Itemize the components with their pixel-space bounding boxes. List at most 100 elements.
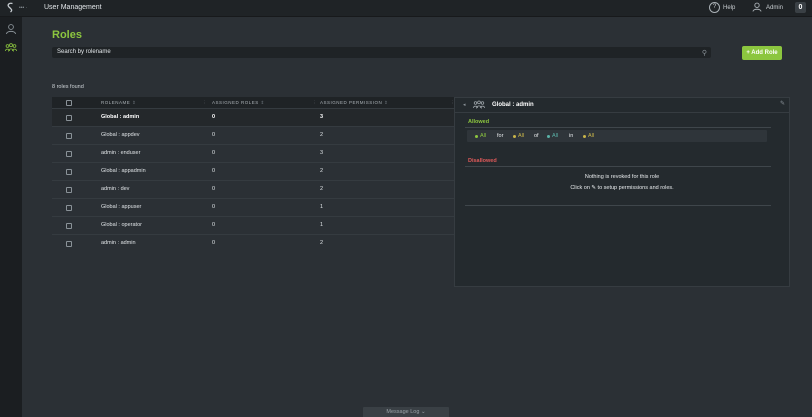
roles-count: 8 roles found	[52, 84, 84, 90]
column-assigned-roles[interactable]: ASSIGNED ROLES ⇕	[212, 100, 265, 106]
assigned-permissions: 2	[320, 186, 324, 192]
divider	[465, 166, 771, 167]
table-row[interactable]: Global : appdev 0 2	[52, 126, 476, 144]
divider	[465, 205, 771, 206]
help-icon: ?	[709, 2, 720, 13]
of-keyword: of	[534, 133, 539, 139]
assigned-roles: 0	[212, 240, 216, 246]
assigned-roles: 0	[212, 168, 216, 174]
row-checkbox[interactable]	[66, 133, 72, 139]
app-switcher[interactable]: ••• ·	[19, 5, 27, 11]
setup-hint: Click on ✎ to setup permissions and role…	[570, 185, 674, 191]
search-icon[interactable]: ⚲	[702, 48, 707, 59]
role-name: Global : appuser	[101, 204, 142, 210]
help-button[interactable]: ? Help	[709, 2, 735, 13]
table-row[interactable]: admin : dev 0 2	[52, 180, 476, 198]
divider	[465, 127, 771, 128]
in-keyword: in	[569, 133, 574, 139]
row-checkbox[interactable]	[66, 187, 72, 193]
role-name: Global : appadmin	[101, 168, 146, 174]
assigned-permissions: 2	[320, 240, 324, 246]
row-checkbox[interactable]	[66, 115, 72, 121]
top-bar: ••• · User Management ? Help Admin 0	[0, 0, 812, 17]
status-dot	[547, 134, 550, 138]
row-checkbox[interactable]	[66, 223, 72, 229]
assigned-roles: 0	[212, 222, 216, 228]
status-dot	[513, 134, 516, 138]
table-row[interactable]: Global : operator 0 1	[52, 216, 476, 234]
role-name: admin : admin	[101, 240, 136, 246]
assigned-roles: 0	[212, 132, 216, 138]
role-name: Global : appdev	[101, 132, 140, 138]
user-icon	[752, 2, 762, 14]
column-divider[interactable]: ⋮	[202, 100, 207, 106]
app-title: User Management	[44, 4, 102, 11]
table-row[interactable]: Global : appadmin 0 2	[52, 162, 476, 180]
column-assigned-permission[interactable]: ASSIGNED PERMISSION ⇕	[320, 100, 388, 106]
panel-header: ◂ Global : admin ✎	[455, 98, 789, 113]
table-row[interactable]: Global : admin 0 3	[52, 108, 476, 126]
help-label: Help	[723, 4, 736, 11]
assigned-roles: 0	[212, 114, 216, 120]
sidebar-users-icon[interactable]	[5, 23, 17, 35]
panel-title: Global : admin	[492, 102, 534, 108]
status-dot	[475, 134, 478, 138]
roles-table: ROLENAME ⇕ ⋮ ASSIGNED ROLES ⇕ ⋮ ASSIGNED…	[52, 97, 476, 252]
role-name: Global : operator	[101, 222, 142, 228]
sort-icon: ⇕	[384, 100, 389, 105]
permission-item[interactable]: All	[513, 133, 524, 139]
permission-item[interactable]: All	[547, 133, 558, 139]
user-menu[interactable]: Admin	[752, 2, 783, 14]
notification-badge[interactable]: 0	[795, 2, 806, 13]
allowed-permission: All for All of All in All	[467, 130, 767, 142]
assigned-roles: 0	[212, 186, 216, 192]
allowed-label: Allowed	[468, 119, 490, 125]
row-checkbox[interactable]	[66, 205, 72, 211]
sidebar	[0, 17, 22, 417]
edit-icon[interactable]: ✎	[780, 100, 785, 107]
assigned-permissions: 3	[320, 114, 324, 120]
assigned-permissions: 2	[320, 168, 324, 174]
assigned-permissions: 1	[320, 222, 324, 228]
empty-message: Nothing is revoked for this role	[584, 174, 660, 180]
column-rolename[interactable]: ROLENAME ⇕	[101, 100, 136, 106]
edit-icon[interactable]: ✎	[591, 185, 596, 191]
add-role-button[interactable]: + Add Role	[742, 46, 782, 60]
disallowed-label: Disallowed	[468, 158, 497, 164]
message-log-toggle[interactable]: Message Log ⌄	[363, 407, 449, 417]
permission-item[interactable]: All	[475, 133, 486, 139]
select-all-checkbox[interactable]	[66, 100, 72, 106]
row-checkbox[interactable]	[66, 169, 72, 175]
row-checkbox[interactable]	[66, 241, 72, 247]
role-name: admin : enduser	[101, 150, 141, 156]
role-name: admin : dev	[101, 186, 130, 192]
sort-icon: ⇕	[132, 100, 137, 105]
sort-icon: ⇕	[260, 100, 265, 105]
sidebar-roles-icon[interactable]	[5, 42, 17, 54]
assigned-permissions: 2	[320, 132, 324, 138]
table-row[interactable]: Global : appuser 0 1	[52, 198, 476, 216]
assigned-permissions: 1	[320, 204, 324, 210]
table-row[interactable]: admin : admin 0 2	[52, 234, 476, 252]
assigned-roles: 0	[212, 150, 216, 156]
for-keyword: for	[497, 133, 504, 139]
assigned-permissions: 3	[320, 150, 324, 156]
user-label: Admin	[766, 5, 784, 11]
table-header: ROLENAME ⇕ ⋮ ASSIGNED ROLES ⇕ ⋮ ASSIGNED…	[52, 97, 476, 108]
page-title: Roles	[52, 29, 82, 41]
chevron-down-icon: ⌄	[420, 409, 426, 415]
role-detail-panel: ◂ Global : admin ✎ Allowed All for All o…	[454, 97, 790, 287]
search-input[interactable]: Search by rolename ⚲	[52, 47, 711, 58]
column-divider[interactable]: ⋮	[312, 100, 317, 106]
main-content: Roles Search by rolename ⚲ + Add Role 8 …	[22, 17, 812, 417]
roles-icon	[473, 100, 485, 112]
status-dot	[583, 134, 586, 138]
assigned-roles: 0	[212, 204, 216, 210]
collapse-icon[interactable]: ◂	[463, 102, 466, 108]
permission-item[interactable]: All	[583, 133, 594, 139]
role-name: Global : admin	[101, 114, 140, 120]
search-placeholder: Search by rolename	[57, 49, 111, 55]
logo-icon[interactable]	[5, 2, 16, 13]
table-row[interactable]: admin : enduser 0 3	[52, 144, 476, 162]
row-checkbox[interactable]	[66, 151, 72, 157]
